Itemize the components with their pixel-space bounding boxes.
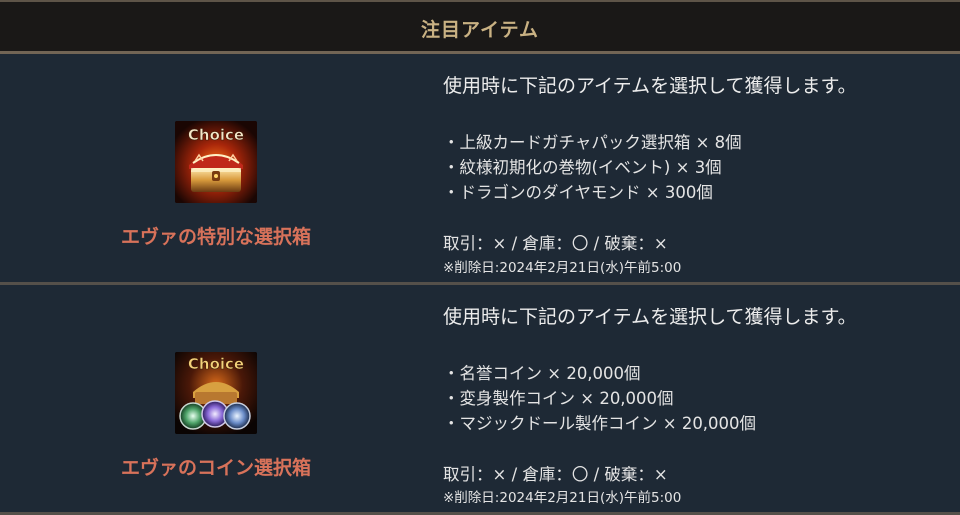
item-row: Choice エヴァのコイン選択箱 使用時に下記のアイテムを選択して獲得します。…: [0, 285, 960, 512]
svg-text:Choice: Choice: [188, 126, 244, 144]
list-item: ・マジックドール製作コイン × 20,000個: [443, 414, 757, 433]
delete-date: ※削除日:2024年2月21日(水)午前5:00: [443, 490, 682, 506]
item-name: エヴァのコイン選択箱: [120, 457, 311, 479]
trade-info: 取引：× / 倉庫：〇 / 破棄：×: [443, 465, 668, 484]
list-item: ・ドラゴンのダイヤモンド × 300個: [443, 183, 713, 202]
section-title: 注目アイテム: [420, 19, 540, 41]
list-item: ・変身製作コイン × 20,000個: [443, 389, 674, 408]
item-row: Choice エヴァの特別な選択箱 使用時に下記のアイテムを選択して獲得します。…: [0, 54, 960, 282]
treasure-chest-icon[interactable]: Choice: [175, 121, 257, 203]
item-description: 使用時に下記のアイテムを選択して獲得します。: [443, 75, 857, 97]
item-description: 使用時に下記のアイテムを選択して獲得します。: [443, 306, 857, 328]
coin-chest-icon[interactable]: Choice: [175, 352, 257, 434]
delete-date: ※削除日:2024年2月21日(水)午前5:00: [443, 260, 682, 276]
item-details: 使用時に下記のアイテムを選択して獲得します。 ・上級カードガチャパック選択箱 ×…: [443, 54, 953, 282]
list-item: ・上級カードガチャパック選択箱 × 8個: [443, 133, 742, 152]
list-item: ・名誉コイン × 20,000個: [443, 364, 641, 383]
trade-info: 取引：× / 倉庫：〇 / 破棄：×: [443, 234, 668, 253]
item-info: Choice エヴァのコイン選択箱: [0, 285, 432, 512]
item-name: エヴァの特別な選択箱: [120, 226, 311, 248]
item-contents-list: ・名誉コイン × 20,000個 ・変身製作コイン × 20,000個 ・マジッ…: [443, 361, 756, 436]
section-header: 注目アイテム: [0, 0, 960, 54]
item-contents-list: ・上級カードガチャパック選択箱 × 8個 ・紋様初期化の巻物(イベント) × 3…: [443, 130, 742, 205]
svg-text:Choice: Choice: [188, 355, 244, 373]
item-info: Choice エヴァの特別な選択箱: [0, 54, 432, 282]
list-item: ・紋様初期化の巻物(イベント) × 3個: [443, 158, 722, 177]
item-details: 使用時に下記のアイテムを選択して獲得します。 ・名誉コイン × 20,000個 …: [443, 285, 953, 512]
